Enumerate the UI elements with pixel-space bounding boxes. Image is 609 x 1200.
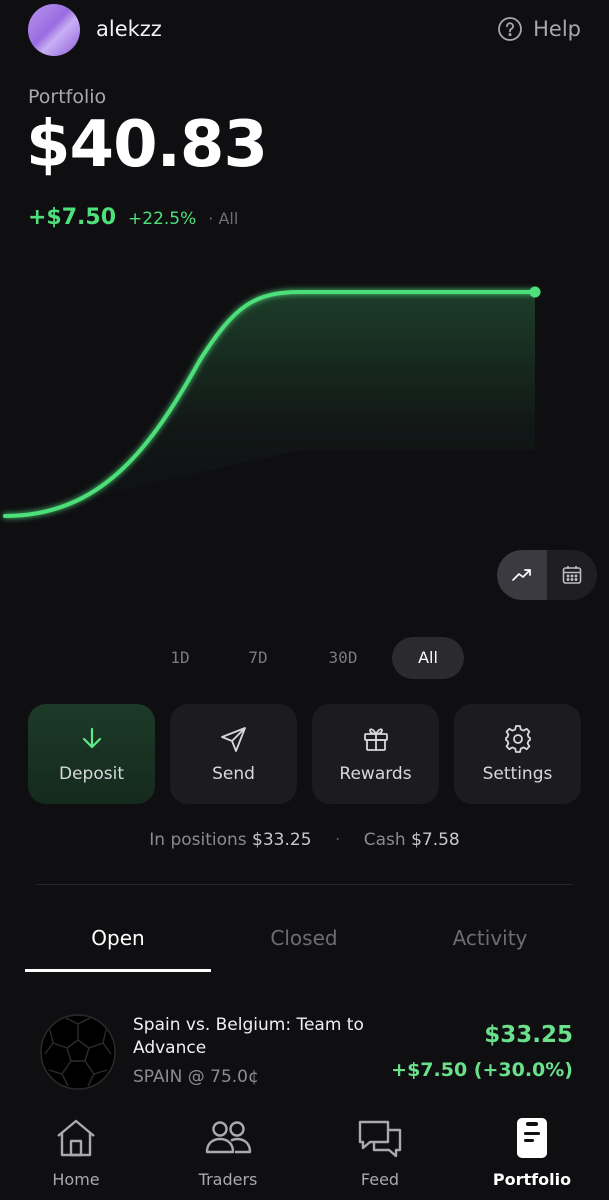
settings-button[interactable]: Settings xyxy=(454,704,581,804)
nav-portfolio[interactable]: Portfolio xyxy=(456,1112,608,1200)
avatar[interactable] xyxy=(28,4,80,56)
deposit-button[interactable]: Deposit xyxy=(28,704,155,804)
soccer-ball-icon xyxy=(40,1014,116,1090)
portfolio-label: Portfolio xyxy=(28,86,107,108)
position-row[interactable]: Spain vs. Belgium: Team to Advance SPAIN… xyxy=(36,1012,573,1092)
deposit-label: Deposit xyxy=(59,764,124,784)
cash-value: $7.58 xyxy=(411,830,460,850)
chart-area xyxy=(5,292,535,516)
calendar-icon xyxy=(562,566,582,584)
question-circle-icon xyxy=(498,17,523,41)
range-all[interactable]: All xyxy=(392,637,464,679)
summary-separator: · xyxy=(334,830,341,850)
gain-percent: +22.5% xyxy=(128,209,197,229)
portfolio-balance: $40.83 xyxy=(26,108,268,182)
positions-tabs: Open Closed Activity xyxy=(25,926,583,972)
username[interactable]: alekzz xyxy=(96,17,162,41)
nav-home-label: Home xyxy=(52,1170,100,1189)
time-range-selector: 1D 7D 30D All xyxy=(0,637,609,679)
arrow-down-icon xyxy=(82,727,101,749)
active-tab-indicator xyxy=(25,969,211,972)
position-title: Spain vs. Belgium: Team to Advance xyxy=(133,1015,364,1058)
tab-closed[interactable]: Closed xyxy=(211,926,397,950)
gain-row: +$7.50 +22.5% · All xyxy=(28,205,238,230)
tab-activity[interactable]: Activity xyxy=(397,926,583,950)
trend-icon xyxy=(512,569,531,581)
send-icon xyxy=(220,727,246,752)
balance-summary: In positions $33.25 · Cash $7.58 xyxy=(0,830,609,850)
nav-feed-label: Feed xyxy=(360,1170,400,1189)
users-icon xyxy=(205,1121,252,1154)
cash-label: Cash xyxy=(363,830,406,850)
gain-range: · All xyxy=(208,209,239,228)
gear-icon xyxy=(504,725,531,753)
nav-portfolio-label: Portfolio xyxy=(492,1170,572,1189)
divider xyxy=(36,884,573,885)
portfolio-chart[interactable] xyxy=(0,250,609,580)
action-buttons: Deposit Send Rewards Settings xyxy=(28,704,581,804)
rewards-label: Rewards xyxy=(339,764,412,784)
help-button[interactable]: Help xyxy=(497,16,581,42)
range-30d[interactable]: 30D xyxy=(308,637,378,679)
send-label: Send xyxy=(212,764,255,784)
send-button[interactable]: Send xyxy=(170,704,297,804)
help-label: Help xyxy=(533,17,581,41)
gain-absolute: +$7.50 xyxy=(28,205,117,230)
in-positions-value: $33.25 xyxy=(252,830,312,850)
chart-view-toggle xyxy=(497,550,597,600)
chart-endpoint xyxy=(529,286,541,298)
range-7d[interactable]: 7D xyxy=(228,637,288,679)
calendar-view-button[interactable] xyxy=(547,550,597,600)
nav-traders[interactable]: Traders xyxy=(152,1112,304,1200)
rewards-button[interactable]: Rewards xyxy=(312,704,439,804)
range-1d[interactable]: 1D xyxy=(150,637,210,679)
position-value: $33.25 xyxy=(484,1022,573,1048)
position-pnl: +$7.50 (+30.0%) xyxy=(391,1059,573,1081)
bottom-nav: Home Traders Feed Portfolio xyxy=(0,1112,609,1200)
tab-open[interactable]: Open xyxy=(25,926,211,950)
gift-icon xyxy=(363,728,388,751)
header: alekzz Help xyxy=(0,0,609,64)
home-icon xyxy=(57,1119,95,1157)
in-positions-label: In positions xyxy=(149,830,247,850)
nav-feed[interactable]: Feed xyxy=(304,1112,456,1200)
nav-home[interactable]: Home xyxy=(0,1112,152,1200)
position-subtitle: SPAIN @ 75.0¢ xyxy=(133,1067,259,1087)
chat-icon xyxy=(358,1120,402,1158)
settings-label: Settings xyxy=(482,764,553,784)
line-chart-view-button[interactable] xyxy=(497,550,547,600)
clipboard-icon xyxy=(517,1118,547,1158)
nav-traders-label: Traders xyxy=(198,1170,258,1189)
